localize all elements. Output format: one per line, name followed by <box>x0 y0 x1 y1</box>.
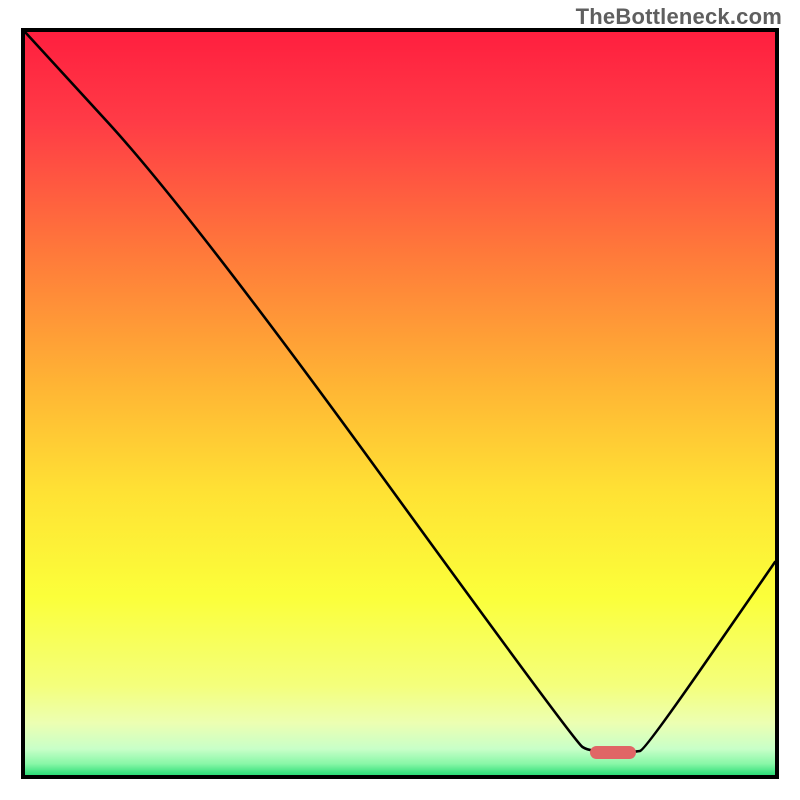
plot-area <box>21 28 779 779</box>
gradient-background <box>25 32 775 775</box>
chart-container: TheBottleneck.com <box>0 0 800 800</box>
plot-svg <box>25 32 775 775</box>
optimal-range-marker <box>590 746 636 759</box>
watermark-text: TheBottleneck.com <box>576 4 782 30</box>
